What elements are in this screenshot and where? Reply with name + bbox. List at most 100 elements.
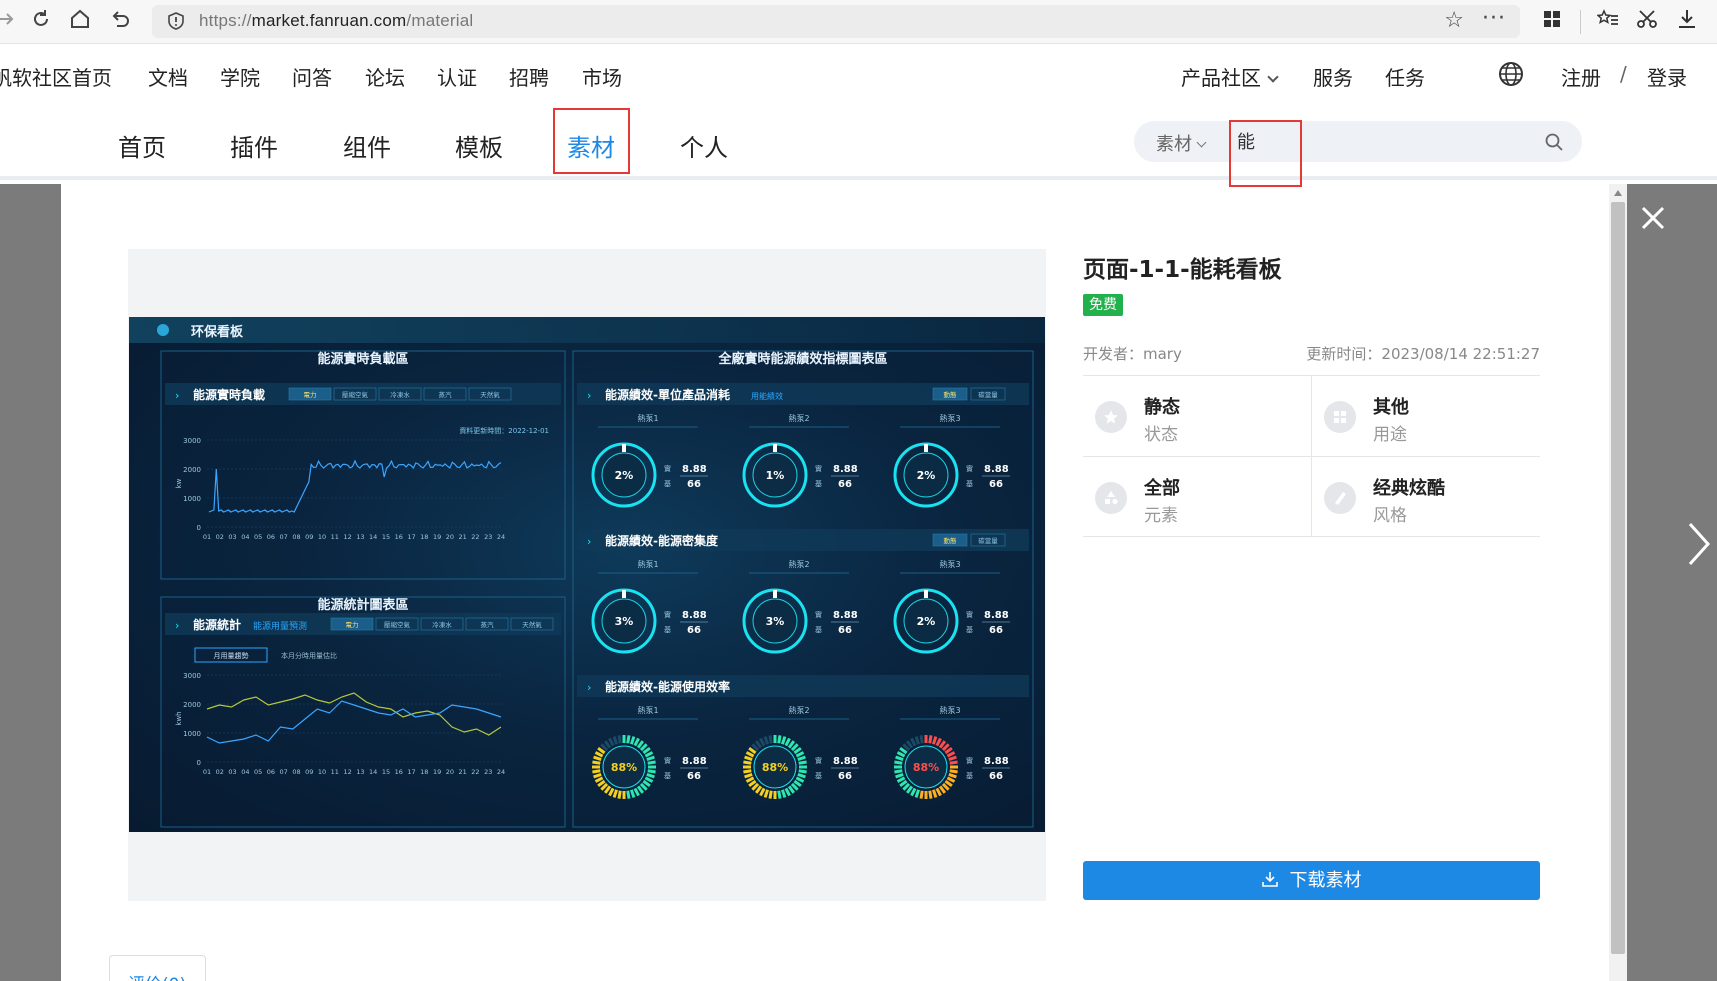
gauge-base-label: 基 — [815, 625, 822, 634]
reload-icon[interactable] — [27, 8, 55, 36]
stats-panel-title: 能源統計 — [193, 617, 241, 632]
nav-market[interactable]: 市场 — [582, 62, 622, 91]
modal-scrollbar[interactable] — [1609, 184, 1627, 981]
gauge-segment — [787, 740, 796, 749]
gauge-marker — [924, 444, 928, 452]
nav-academy[interactable]: 学院 — [220, 62, 260, 91]
register-link[interactable]: 注册 — [1561, 62, 1601, 91]
gauge-segment — [787, 785, 796, 794]
review-tab[interactable]: 评价(0) — [109, 955, 206, 981]
nav-forum[interactable]: 论坛 — [365, 62, 405, 91]
dash-tab-label: 電力 — [346, 620, 359, 629]
gauge-segment — [795, 751, 805, 758]
x-tick-label: 07 — [280, 533, 288, 541]
gauge-segment — [949, 760, 958, 765]
dash-tab-label: 天然氣 — [480, 390, 500, 399]
gauge-segment — [633, 787, 640, 797]
close-icon[interactable] — [1640, 205, 1666, 231]
nav-certification[interactable]: 认证 — [437, 62, 477, 91]
highlight-box-tab — [553, 108, 630, 174]
globe-icon[interactable] — [1498, 61, 1524, 87]
dash-tab-label: 電力 — [304, 390, 317, 399]
gauge-segment — [759, 787, 766, 797]
x-tick-label: 19 — [433, 533, 441, 541]
search-category-select[interactable]: 素材 — [1156, 130, 1207, 156]
gauge-segment — [896, 776, 906, 783]
gauge-marker — [622, 444, 626, 452]
favorites-icon[interactable] — [1594, 8, 1622, 36]
x-tick-label: 02 — [216, 533, 224, 541]
tab-home[interactable]: 首页 — [118, 128, 166, 163]
x-tick-label: 20 — [446, 768, 454, 776]
login-link[interactable]: 登录 — [1647, 62, 1687, 91]
x-tick-label: 16 — [395, 533, 403, 541]
gauge-segment — [748, 746, 757, 755]
forward-icon[interactable] — [0, 8, 20, 36]
nav-service[interactable]: 服务 — [1313, 62, 1353, 91]
gauge-base-value: 66 — [838, 479, 852, 490]
x-tick-label: 11 — [331, 533, 339, 541]
x-tick-label: 03 — [228, 768, 236, 776]
dash-tab-label: 冷凍水 — [390, 390, 410, 399]
tab-personal[interactable]: 个人 — [680, 128, 728, 163]
gauge-segment — [751, 782, 760, 791]
bookmark-star-icon[interactable]: ☆ — [1444, 8, 1464, 33]
nav-recruit[interactable]: 招聘 — [509, 62, 549, 91]
kpi-toggle-label: 動態 — [944, 536, 958, 545]
gauge-segment — [600, 782, 609, 791]
nav-community-home[interactable]: 帆软社区首页 — [0, 62, 112, 91]
more-icon[interactable]: ··· — [1482, 6, 1506, 31]
scissors-icon[interactable] — [1633, 8, 1661, 36]
kpi-toggle-label: 碳當量 — [978, 536, 998, 545]
dash-tab-label: 冷凍水 — [432, 620, 452, 629]
x-tick-label: 20 — [446, 533, 454, 541]
gauge-segment — [763, 736, 770, 745]
gauge-segment — [905, 785, 914, 794]
gauge-segment — [931, 789, 938, 798]
undo-icon[interactable] — [106, 8, 134, 36]
nav-tasks[interactable]: 任务 — [1385, 62, 1425, 91]
gauge-segment — [594, 751, 604, 758]
shield-icon[interactable] — [166, 11, 186, 31]
gauge-segment — [895, 755, 904, 762]
gauge-base-label: 基 — [966, 771, 973, 780]
prop-key: 用途 — [1373, 425, 1407, 445]
gauge-segment — [899, 746, 908, 755]
x-tick-label: 07 — [280, 768, 288, 776]
search-icon[interactable] — [1544, 132, 1564, 152]
load-panel-title: 能源實時負載 — [193, 387, 265, 402]
tab-components[interactable]: 组件 — [343, 128, 391, 163]
tab-plugins[interactable]: 插件 — [230, 128, 278, 163]
chevron-right-icon[interactable] — [1686, 520, 1712, 568]
gauge-segment — [944, 779, 953, 788]
nav-product-community[interactable]: 产品社区 — [1181, 62, 1279, 91]
gauge-segment — [646, 772, 655, 779]
gauge-segment — [647, 760, 656, 765]
x-tick-label: 02 — [216, 768, 224, 776]
address-bar[interactable]: https://market.fanruan.com/material ☆ ··… — [152, 5, 1520, 38]
kpi-row-title: 能源績效-能源密集度 — [605, 533, 719, 548]
scroll-thumb[interactable] — [1611, 202, 1625, 954]
market-subnav: 首页 插件 组件 模板 素材 个人 素材 — [0, 106, 1717, 180]
download-material-button[interactable]: 下载素材 — [1083, 861, 1540, 900]
apps-grid-icon[interactable] — [1538, 8, 1566, 36]
nav-qa[interactable]: 问答 — [292, 62, 332, 91]
scroll-up-arrow[interactable] — [1614, 190, 1622, 196]
gauge-segment — [592, 769, 601, 774]
gauge-base-value: 66 — [989, 479, 1003, 490]
download-icon[interactable] — [1673, 8, 1701, 36]
gauge-segment — [941, 782, 950, 791]
home-icon[interactable] — [66, 8, 94, 36]
gauge-segment — [894, 769, 903, 774]
tab-templates[interactable]: 模板 — [455, 128, 503, 163]
gauge-percent: 3% — [615, 615, 634, 628]
x-tick-label: 22 — [471, 768, 479, 776]
gauge-label: 熱泵1 — [637, 559, 658, 569]
gauge-label: 熱泵1 — [637, 413, 658, 423]
x-tick-label: 17 — [407, 768, 415, 776]
gauge-segment — [743, 769, 752, 774]
gauge-segment — [745, 751, 755, 758]
gauge-real-value: 8.88 — [984, 464, 1009, 475]
nav-docs[interactable]: 文档 — [148, 62, 188, 91]
x-tick-label: 15 — [382, 768, 390, 776]
